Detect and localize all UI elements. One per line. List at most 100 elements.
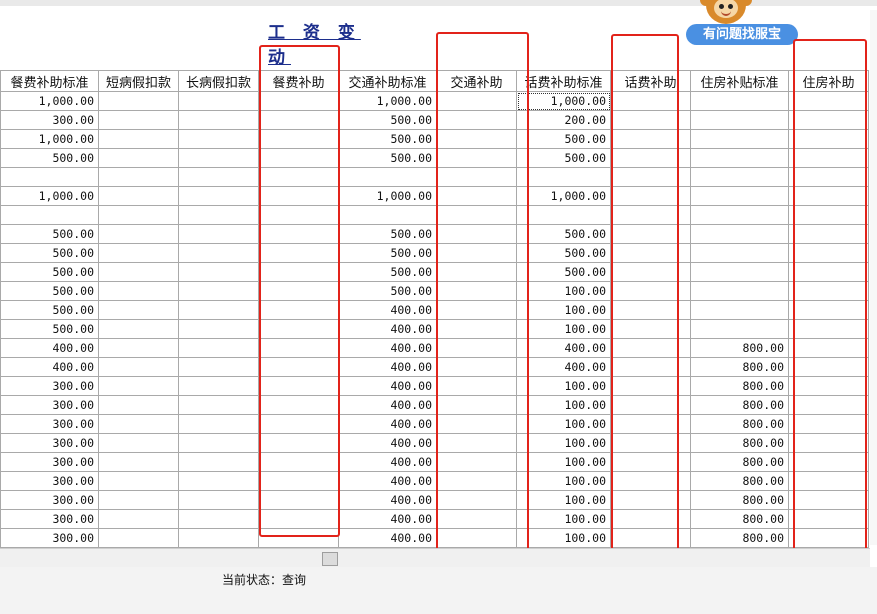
table-cell[interactable] bbox=[178, 338, 259, 358]
table-cell[interactable] bbox=[178, 357, 259, 377]
table-cell[interactable] bbox=[98, 509, 179, 529]
table-cell[interactable] bbox=[258, 262, 339, 282]
table-cell[interactable] bbox=[610, 262, 691, 282]
scrollbar-thumb[interactable] bbox=[322, 552, 338, 566]
table-cell[interactable]: 400.00 bbox=[338, 395, 437, 415]
table-row[interactable]: 300.00 500.00 200.00 bbox=[0, 110, 869, 130]
table-cell[interactable] bbox=[788, 281, 869, 301]
table-cell[interactable] bbox=[98, 243, 179, 263]
table-cell[interactable]: 500.00 bbox=[338, 281, 437, 301]
table-cell[interactable] bbox=[610, 91, 691, 111]
table-cell[interactable] bbox=[610, 205, 691, 225]
table-cell[interactable] bbox=[98, 471, 179, 491]
table-cell[interactable] bbox=[690, 129, 789, 149]
table-cell[interactable] bbox=[98, 338, 179, 358]
table-cell[interactable] bbox=[98, 433, 179, 453]
table-cell[interactable]: 100.00 bbox=[516, 376, 611, 396]
table-cell[interactable]: 300.00 bbox=[0, 110, 99, 130]
table-cell[interactable] bbox=[436, 357, 517, 377]
column-header[interactable]: 餐费补助 bbox=[258, 70, 339, 92]
table-cell[interactable]: 1,000.00 bbox=[338, 186, 437, 206]
table-cell[interactable] bbox=[258, 186, 339, 206]
help-button[interactable]: 有问题找服宝 bbox=[686, 24, 798, 45]
help-widget[interactable]: 有问题找服宝 bbox=[686, 0, 798, 46]
table-cell[interactable] bbox=[98, 186, 179, 206]
table-cell[interactable] bbox=[610, 338, 691, 358]
table-cell[interactable]: 1,000.00 bbox=[0, 129, 99, 149]
table-cell[interactable] bbox=[788, 110, 869, 130]
table-cell[interactable] bbox=[178, 414, 259, 434]
table-cell[interactable] bbox=[436, 395, 517, 415]
table-cell[interactable] bbox=[98, 262, 179, 282]
table-cell[interactable]: 500.00 bbox=[0, 148, 99, 168]
table-cell[interactable] bbox=[178, 509, 259, 529]
table-cell[interactable] bbox=[788, 490, 869, 510]
table-cell[interactable]: 500.00 bbox=[516, 224, 611, 244]
table-cell[interactable] bbox=[178, 433, 259, 453]
table-cell[interactable] bbox=[788, 167, 869, 187]
table-cell[interactable]: 100.00 bbox=[516, 319, 611, 339]
table-row[interactable]: 400.00 400.00 400.00 800.00 bbox=[0, 357, 869, 377]
table-cell[interactable] bbox=[178, 319, 259, 339]
table-cell[interactable] bbox=[436, 91, 517, 111]
table-cell[interactable] bbox=[610, 186, 691, 206]
table-cell[interactable]: 400.00 bbox=[338, 490, 437, 510]
table-row[interactable]: 400.00 400.00 400.00 800.00 bbox=[0, 338, 869, 358]
table-cell[interactable] bbox=[98, 319, 179, 339]
table-cell[interactable] bbox=[338, 167, 437, 187]
table-cell[interactable] bbox=[610, 414, 691, 434]
table-cell[interactable] bbox=[178, 224, 259, 244]
column-header[interactable]: 交通补助 bbox=[436, 70, 517, 92]
column-header[interactable]: 交通补助标准 bbox=[338, 70, 437, 92]
table-cell[interactable] bbox=[436, 319, 517, 339]
table-cell[interactable]: 800.00 bbox=[690, 509, 789, 529]
table-cell[interactable]: 500.00 bbox=[0, 281, 99, 301]
table-cell[interactable] bbox=[690, 186, 789, 206]
table-cell[interactable] bbox=[788, 243, 869, 263]
table-cell[interactable] bbox=[690, 243, 789, 263]
table-cell[interactable] bbox=[0, 205, 99, 225]
table-cell[interactable]: 800.00 bbox=[690, 433, 789, 453]
table-cell[interactable] bbox=[436, 528, 517, 548]
table-cell[interactable] bbox=[178, 205, 259, 225]
table-row[interactable]: 500.00 500.00 500.00 bbox=[0, 148, 869, 168]
table-row[interactable]: 1,000.00 500.00 500.00 bbox=[0, 129, 869, 149]
table-cell[interactable] bbox=[788, 471, 869, 491]
table-cell[interactable] bbox=[436, 490, 517, 510]
table-cell[interactable] bbox=[788, 224, 869, 244]
table-cell[interactable] bbox=[98, 490, 179, 510]
table-cell[interactable]: 500.00 bbox=[0, 262, 99, 282]
table-cell[interactable] bbox=[788, 338, 869, 358]
table-cell[interactable] bbox=[258, 148, 339, 168]
table-row[interactable]: 500.00 400.00 100.00 bbox=[0, 319, 869, 339]
table-cell[interactable] bbox=[436, 452, 517, 472]
table-row[interactable]: 300.00 400.00 100.00 800.00 bbox=[0, 376, 869, 396]
table-cell[interactable]: 400.00 bbox=[516, 338, 611, 358]
table-cell[interactable]: 300.00 bbox=[0, 395, 99, 415]
table-cell[interactable] bbox=[436, 414, 517, 434]
table-cell[interactable]: 300.00 bbox=[0, 414, 99, 434]
table-cell[interactable] bbox=[610, 319, 691, 339]
table-cell[interactable] bbox=[98, 167, 179, 187]
table-cell[interactable] bbox=[610, 129, 691, 149]
table-cell[interactable] bbox=[98, 91, 179, 111]
table-cell[interactable] bbox=[436, 110, 517, 130]
table-cell[interactable]: 100.00 bbox=[516, 281, 611, 301]
column-header[interactable]: 话费补助 bbox=[610, 70, 691, 92]
column-header[interactable]: 短病假扣款 bbox=[98, 70, 179, 92]
table-cell[interactable]: 1,000.00 bbox=[0, 91, 99, 111]
table-cell[interactable]: 500.00 bbox=[516, 262, 611, 282]
table-cell[interactable] bbox=[690, 224, 789, 244]
table-cell[interactable] bbox=[178, 148, 259, 168]
table-cell[interactable] bbox=[98, 110, 179, 130]
table-row[interactable]: 500.00 500.00 100.00 bbox=[0, 281, 869, 301]
table-cell[interactable]: 200.00 bbox=[516, 110, 611, 130]
column-header[interactable]: 长病假扣款 bbox=[178, 70, 259, 92]
table-cell[interactable] bbox=[610, 452, 691, 472]
table-cell[interactable]: 400.00 bbox=[516, 357, 611, 377]
table-cell[interactable]: 100.00 bbox=[516, 300, 611, 320]
table-cell[interactable] bbox=[610, 433, 691, 453]
table-cell[interactable] bbox=[610, 528, 691, 548]
table-cell[interactable]: 500.00 bbox=[338, 148, 437, 168]
table-cell[interactable] bbox=[178, 490, 259, 510]
